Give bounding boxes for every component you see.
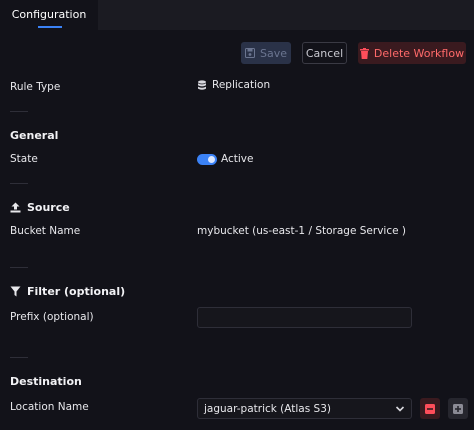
upload-icon (10, 202, 21, 213)
location-name-label: Location Name (10, 401, 89, 413)
database-icon (198, 79, 206, 90)
cancel-button[interactable]: Cancel (302, 42, 347, 64)
source-heading: Source (10, 201, 70, 214)
location-select[interactable]: jaguar-patrick (Atlas S3) (197, 398, 412, 419)
plus-icon (453, 403, 463, 414)
rule-type-value: Replication (197, 79, 270, 91)
prefix-label: Prefix (optional) (10, 311, 94, 323)
state-text: Active (221, 153, 254, 165)
bucket-name-value: mybucket (us-east-1 / Storage Service ) (197, 225, 406, 237)
filter-icon (10, 286, 21, 297)
tab-bar: Configuration (0, 0, 474, 30)
divider (10, 183, 28, 184)
prefix-input[interactable] (197, 307, 412, 328)
source-heading-text: Source (27, 201, 70, 214)
destination-heading: Destination (10, 375, 82, 388)
divider (10, 357, 28, 358)
delete-workflow-button[interactable]: Delete Workflow (358, 42, 466, 64)
tab-configuration-label: Configuration (11, 8, 87, 21)
cancel-button-label: Cancel (305, 46, 344, 60)
save-button-label: Save (259, 46, 287, 60)
location-select-value: jaguar-patrick (Atlas S3) (204, 402, 331, 415)
state-value: Active (197, 153, 253, 165)
state-label: State (10, 153, 38, 165)
minus-icon (425, 403, 435, 414)
save-button[interactable]: Save (241, 42, 291, 64)
trash-icon (359, 47, 369, 59)
add-location-button[interactable] (448, 398, 468, 419)
divider (10, 267, 28, 268)
rule-type-label: Rule Type (10, 81, 61, 93)
active-tab-indicator (38, 26, 62, 28)
divider (10, 111, 28, 112)
chevron-down-icon (395, 406, 405, 412)
delete-workflow-label: Delete Workflow (373, 46, 465, 60)
rule-type-text: Replication (212, 79, 271, 91)
tab-configuration[interactable]: Configuration (0, 0, 98, 30)
filter-heading: Filter (optional) (10, 285, 125, 298)
filter-heading-text: Filter (optional) (27, 285, 126, 298)
general-heading: General (10, 129, 59, 142)
state-toggle[interactable] (197, 153, 217, 165)
save-icon (244, 48, 255, 58)
remove-location-button[interactable] (420, 398, 440, 419)
bucket-name-label: Bucket Name (10, 225, 81, 237)
